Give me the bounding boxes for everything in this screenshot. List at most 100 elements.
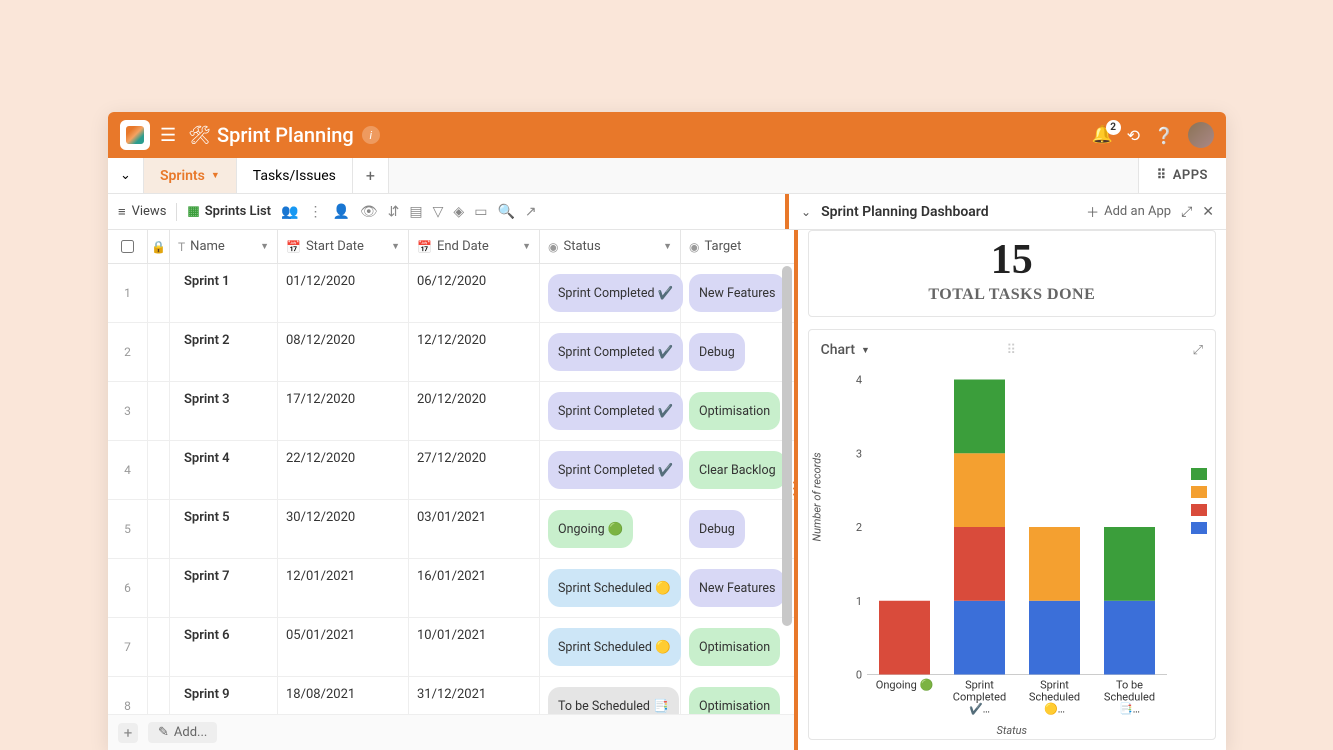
- table-row[interactable]: 3Sprint 317/12/202020/12/2020Sprint Comp…: [108, 382, 794, 441]
- expand-icon[interactable]: ⤢: [1181, 204, 1192, 220]
- cell-target[interactable]: Debug: [681, 500, 794, 558]
- cell-start-date[interactable]: 01/12/2020: [278, 264, 409, 322]
- cell-status[interactable]: Sprint Completed ✔️: [540, 441, 681, 499]
- cell-start-date[interactable]: 05/01/2021: [278, 618, 409, 676]
- view-name-button[interactable]: ▦ Sprints List: [187, 204, 271, 219]
- avatar[interactable]: [1188, 122, 1214, 148]
- dashboard-toolbar: ⌄ Sprint Planning Dashboard ＋ Add an App…: [785, 194, 1226, 229]
- rowheight-icon[interactable]: ⇵: [388, 204, 400, 220]
- drag-handle-icon[interactable]: ⠿: [1007, 343, 1017, 358]
- table-row[interactable]: 4Sprint 422/12/202027/12/2020Sprint Comp…: [108, 441, 794, 500]
- cell-end-date[interactable]: 10/01/2021: [409, 618, 540, 676]
- cell-status[interactable]: Sprint Scheduled 🟡: [540, 559, 681, 617]
- cell-target[interactable]: Optimisation: [681, 677, 794, 714]
- table-row[interactable]: 5Sprint 530/12/202003/01/2021Ongoing 🟢De…: [108, 500, 794, 559]
- add-tab-button[interactable]: +: [353, 158, 389, 193]
- table-body[interactable]: 1Sprint 101/12/202006/12/2020Sprint Comp…: [108, 264, 794, 714]
- row-index: 7: [108, 618, 148, 676]
- tab-tasks-issues[interactable]: Tasks/Issues: [237, 158, 353, 193]
- close-icon[interactable]: ✕: [1202, 204, 1214, 220]
- expand-icon[interactable]: ⤢: [1193, 343, 1203, 358]
- chart-title-dropdown[interactable]: Chart▼: [821, 342, 870, 358]
- add-app-button[interactable]: ＋ Add an App: [1086, 202, 1171, 221]
- cell-name[interactable]: Sprint 1: [170, 264, 278, 322]
- cell-end-date[interactable]: 31/12/2021: [409, 677, 540, 714]
- cell-start-date[interactable]: 18/08/2021: [278, 677, 409, 714]
- cell-start-date[interactable]: 17/12/2020: [278, 382, 409, 440]
- column-header-end-date[interactable]: 📅End Date▼: [409, 230, 540, 263]
- collab-icon[interactable]: 👥: [281, 204, 298, 220]
- cell-end-date[interactable]: 03/01/2021: [409, 500, 540, 558]
- cell-name[interactable]: Sprint 7: [170, 559, 278, 617]
- column-header-start-date[interactable]: 📅Start Date▼: [278, 230, 409, 263]
- cell-name[interactable]: Sprint 6: [170, 618, 278, 676]
- vertical-scrollbar[interactable]: [782, 266, 792, 626]
- cell-start-date[interactable]: 12/01/2021: [278, 559, 409, 617]
- cell-target[interactable]: Optimisation: [681, 382, 794, 440]
- export-icon[interactable]: ↗: [525, 204, 537, 220]
- cell-target[interactable]: New Features: [681, 559, 794, 617]
- cell-name[interactable]: Sprint 3: [170, 382, 278, 440]
- color-icon[interactable]: ◈: [453, 204, 464, 220]
- tab-sprints[interactable]: Sprints ▼: [144, 158, 237, 193]
- cell-start-date[interactable]: 08/12/2020: [278, 323, 409, 381]
- chevron-down-icon[interactable]: ▼: [211, 170, 220, 181]
- cell-target[interactable]: Clear Backlog: [681, 441, 794, 499]
- cell-end-date[interactable]: 16/01/2021: [409, 559, 540, 617]
- cell-status[interactable]: Sprint Scheduled 🟡: [540, 618, 681, 676]
- cell-end-date[interactable]: 06/12/2020: [409, 264, 540, 322]
- cell-target[interactable]: Debug: [681, 323, 794, 381]
- panel-resize-handle[interactable]: •••: [793, 481, 796, 499]
- cell-status[interactable]: Ongoing 🟢: [540, 500, 681, 558]
- apps-button[interactable]: ⠿ APPS: [1138, 158, 1226, 193]
- cell-status[interactable]: Sprint Completed ✔️: [540, 382, 681, 440]
- table-row[interactable]: 7 Sprint 605/01/202110/01/2021Sprint Sche…: [108, 618, 794, 677]
- cell-end-date[interactable]: 27/12/2020: [409, 441, 540, 499]
- add-row-plus-button[interactable]: +: [118, 723, 138, 743]
- table-row[interactable]: 8Sprint 918/08/202131/12/2021To be Sched…: [108, 677, 794, 714]
- search-icon[interactable]: 🔍: [497, 204, 514, 220]
- cell-name[interactable]: Sprint 5: [170, 500, 278, 558]
- card-icon[interactable]: ▭: [474, 204, 487, 220]
- cell-name[interactable]: Sprint 9: [170, 677, 278, 714]
- tabs-dropdown-button[interactable]: ⌄: [108, 158, 144, 193]
- cell-status[interactable]: Sprint Completed ✔️: [540, 323, 681, 381]
- column-header-target[interactable]: ◉Target: [681, 230, 794, 263]
- cell-start-date[interactable]: 22/12/2020: [278, 441, 409, 499]
- cell-status[interactable]: Sprint Completed ✔️: [540, 264, 681, 322]
- select-all-checkbox[interactable]: [108, 230, 148, 263]
- cell-start-date[interactable]: 30/12/2020: [278, 500, 409, 558]
- hide-icon[interactable]: 👁: [360, 204, 378, 220]
- table-row[interactable]: 1Sprint 101/12/202006/12/2020Sprint Comp…: [108, 264, 794, 323]
- chevron-down-icon[interactable]: ▼: [522, 241, 531, 252]
- views-button[interactable]: ≡ Views: [118, 204, 166, 220]
- hamburger-icon[interactable]: ☰: [160, 125, 176, 146]
- notifications-button[interactable]: 🔔2: [1092, 125, 1113, 145]
- table-row[interactable]: 6Sprint 712/01/202116/01/2021Sprint Sche…: [108, 559, 794, 618]
- more-icon[interactable]: ⋮: [308, 204, 322, 220]
- chevron-down-icon[interactable]: ⌄: [801, 205, 811, 219]
- cell-status[interactable]: To be Scheduled 📑: [540, 677, 681, 714]
- table-header-row: 🔒 TName▼ 📅Start Date▼ 📅End Date▼ ◉Status…: [108, 230, 794, 264]
- fields-icon[interactable]: ▤: [409, 204, 422, 220]
- chevron-down-icon[interactable]: ▼: [663, 241, 672, 252]
- help-icon[interactable]: ❔: [1154, 126, 1174, 145]
- chevron-down-icon[interactable]: ▼: [260, 241, 269, 252]
- cell-target[interactable]: New Features: [681, 264, 794, 322]
- column-header-name[interactable]: TName▼: [170, 230, 278, 263]
- chevron-down-icon[interactable]: ▼: [391, 241, 400, 252]
- add-row-button[interactable]: ✎Add...: [148, 722, 217, 743]
- cell-name[interactable]: Sprint 4: [170, 441, 278, 499]
- cell-end-date[interactable]: 20/12/2020: [409, 382, 540, 440]
- filter-icon[interactable]: ▽: [433, 204, 444, 220]
- column-header-status[interactable]: ◉Status▼: [540, 230, 681, 263]
- info-icon[interactable]: i: [362, 126, 380, 144]
- table-row[interactable]: 2Sprint 208/12/202012/12/2020Sprint Comp…: [108, 323, 794, 382]
- history-icon[interactable]: ⟲: [1127, 126, 1140, 145]
- cell-target[interactable]: Optimisation: [681, 618, 794, 676]
- dashboard-title: Sprint Planning Dashboard: [821, 204, 989, 220]
- share-icon[interactable]: 👤: [332, 204, 349, 220]
- logo[interactable]: [120, 120, 150, 150]
- cell-name[interactable]: Sprint 2: [170, 323, 278, 381]
- cell-end-date[interactable]: 12/12/2020: [409, 323, 540, 381]
